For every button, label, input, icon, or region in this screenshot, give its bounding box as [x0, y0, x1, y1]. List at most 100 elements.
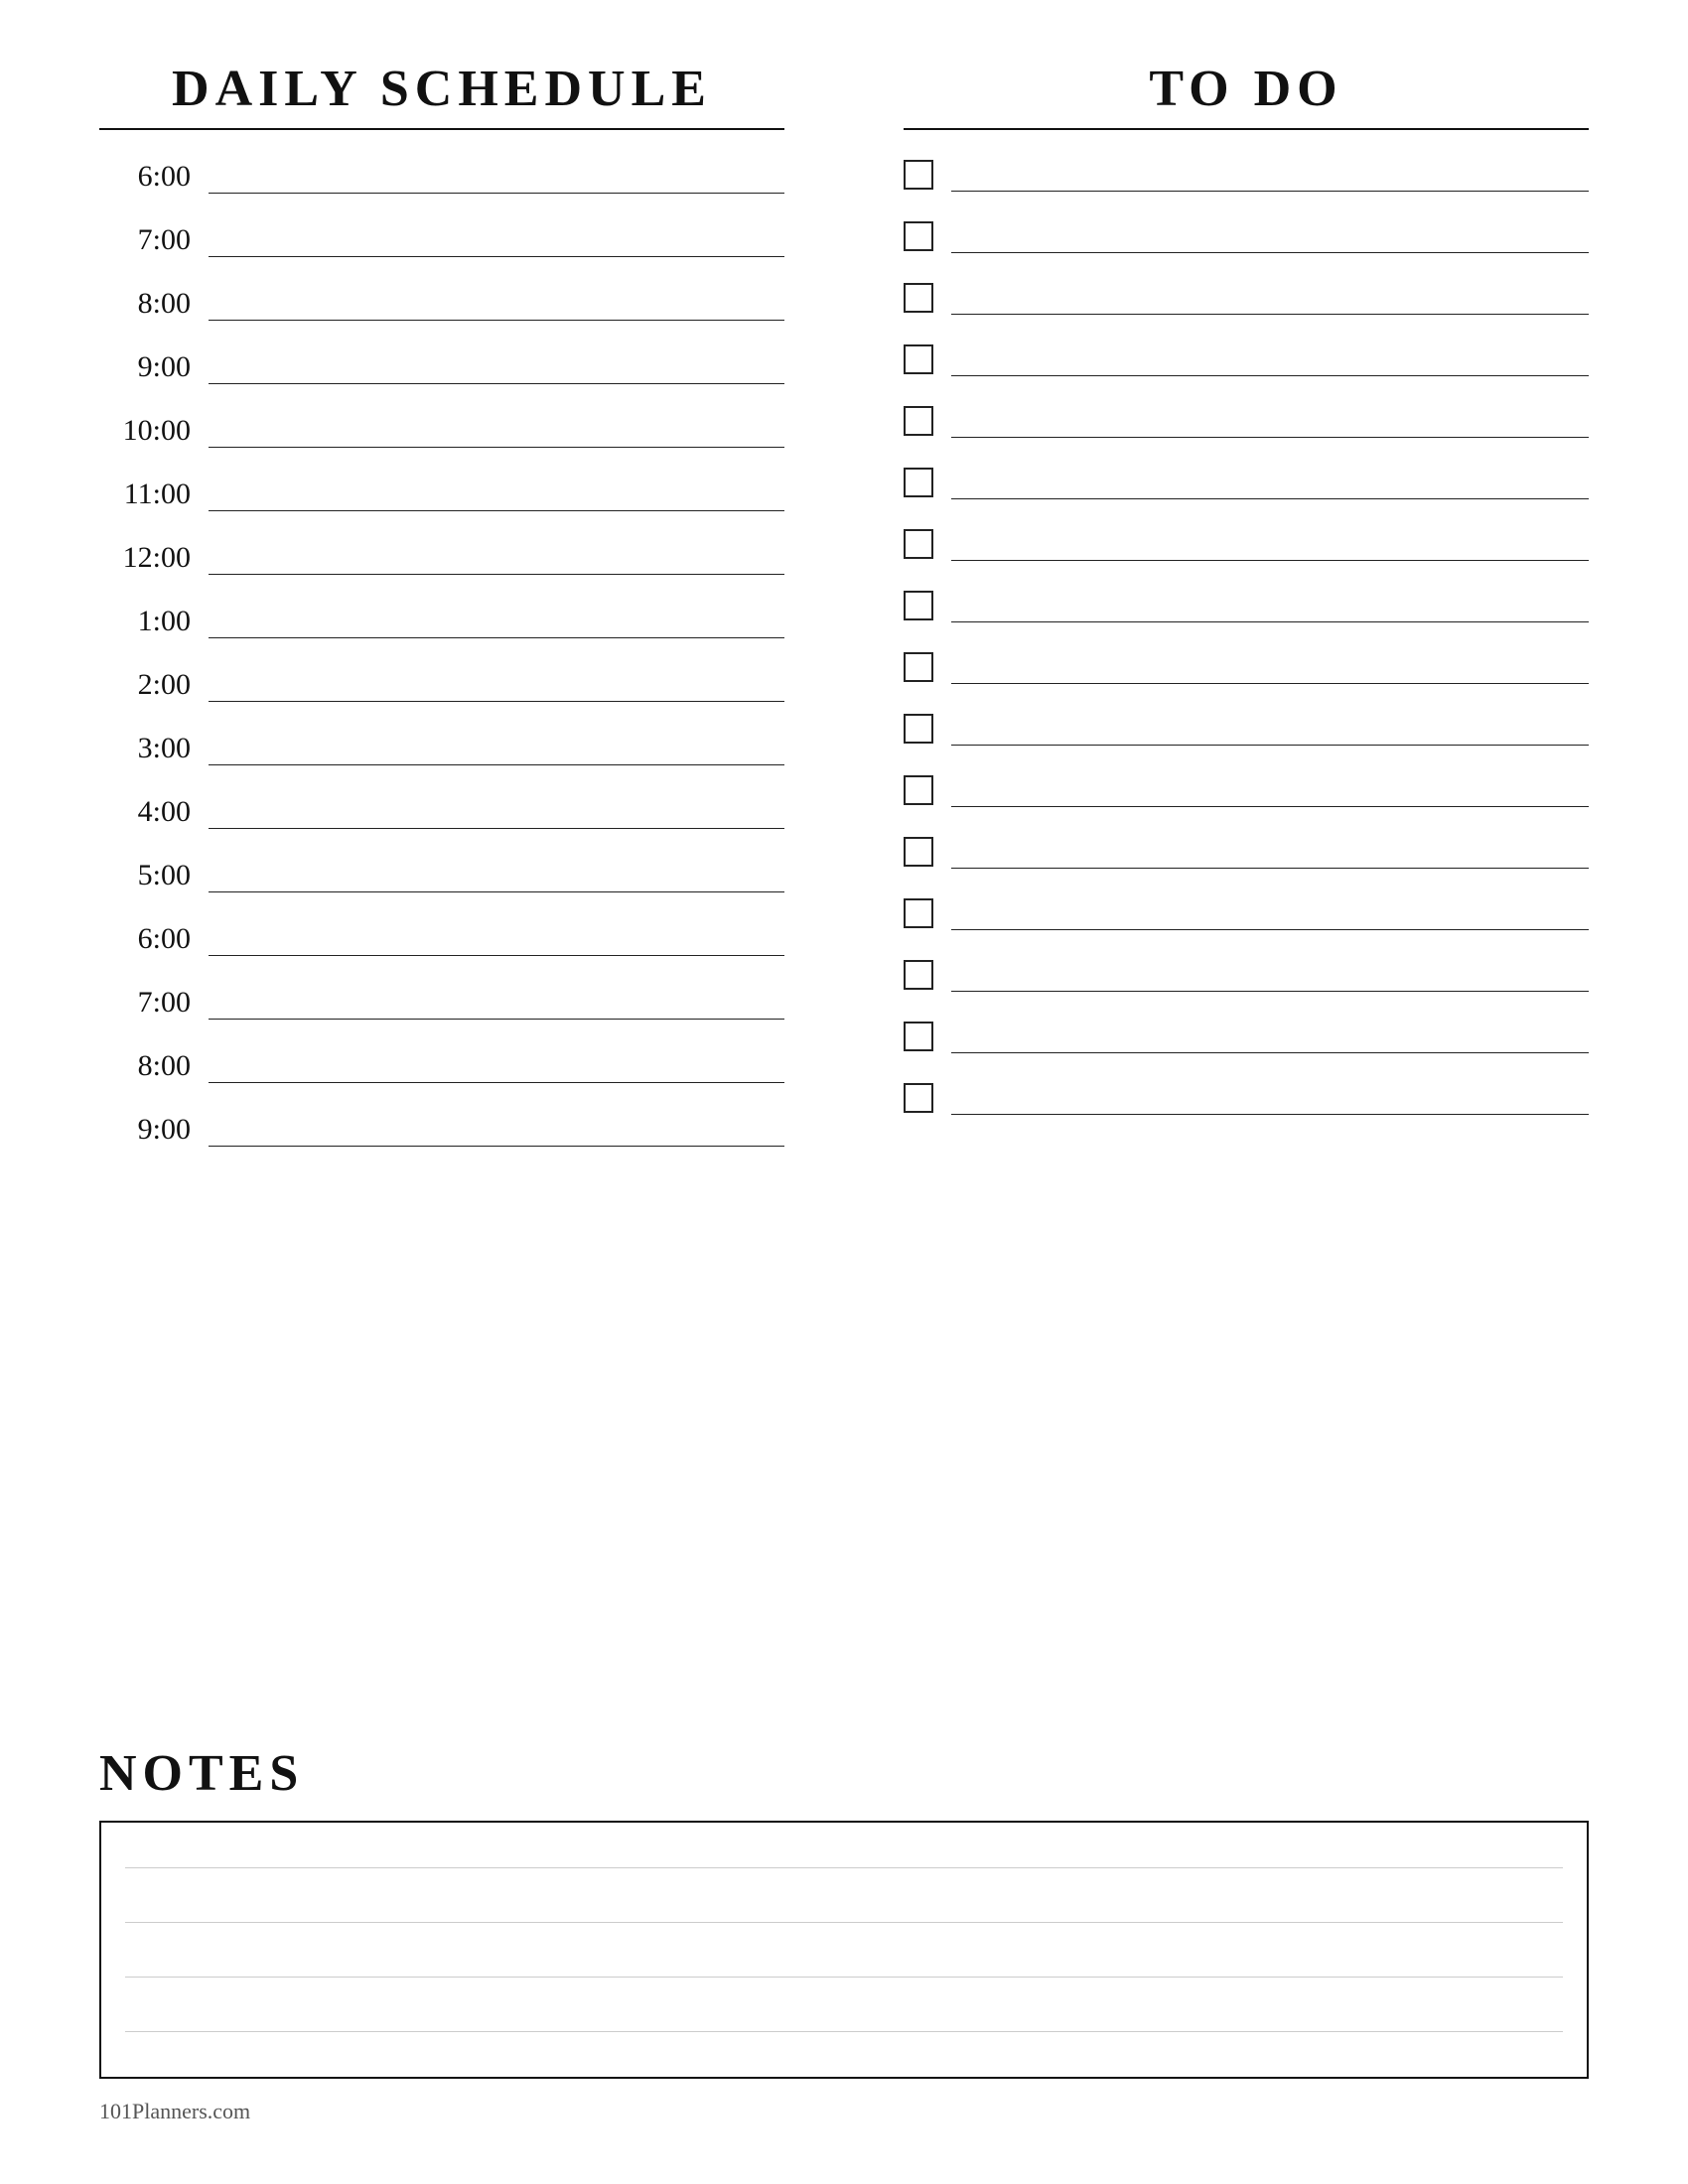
schedule-write-line[interactable] — [209, 510, 784, 511]
schedule-time-row: 9:00 — [99, 1113, 784, 1149]
todo-item — [904, 837, 1589, 898]
schedule-time-row: 8:00 — [99, 287, 784, 323]
todo-write-line[interactable] — [951, 929, 1589, 930]
schedule-write-line[interactable] — [209, 891, 784, 892]
todo-write-line[interactable] — [951, 437, 1589, 438]
notes-line-4 — [125, 2031, 1563, 2032]
todo-item — [904, 283, 1589, 344]
schedule-time-label: 7:00 — [99, 223, 209, 257]
todo-check-row — [904, 160, 1589, 194]
todo-spacer — [904, 932, 1589, 960]
schedule-spacer — [99, 704, 784, 732]
schedule-item: 2:00 — [99, 668, 784, 732]
todo-checkbox[interactable] — [904, 898, 933, 928]
todo-checkbox[interactable] — [904, 406, 933, 436]
todo-checkbox[interactable] — [904, 591, 933, 620]
todo-checkbox[interactable] — [904, 1022, 933, 1051]
notes-line-3 — [125, 1977, 1563, 1978]
todo-checkbox[interactable] — [904, 468, 933, 497]
todo-check-row — [904, 898, 1589, 932]
schedule-write-line[interactable] — [209, 828, 784, 829]
todo-write-line[interactable] — [951, 498, 1589, 499]
schedule-column: 6:007:008:009:0010:0011:0012:001:002:003… — [99, 160, 844, 1695]
schedule-write-line[interactable] — [209, 955, 784, 956]
todo-spacer — [904, 686, 1589, 714]
todo-checkbox[interactable] — [904, 283, 933, 313]
todo-write-line[interactable] — [951, 252, 1589, 253]
todo-checkbox[interactable] — [904, 529, 933, 559]
todo-write-line[interactable] — [951, 1114, 1589, 1115]
schedule-item: 9:00 — [99, 350, 784, 414]
todo-item — [904, 1022, 1589, 1083]
schedule-write-line[interactable] — [209, 447, 784, 448]
schedule-write-line[interactable] — [209, 256, 784, 257]
schedule-item: 5:00 — [99, 859, 784, 922]
todo-checkbox[interactable] — [904, 837, 933, 867]
todo-checkbox[interactable] — [904, 221, 933, 251]
schedule-time-row: 9:00 — [99, 350, 784, 386]
schedule-time-label: 8:00 — [99, 287, 209, 321]
todo-checkbox[interactable] — [904, 960, 933, 990]
todo-item — [904, 652, 1589, 714]
todo-spacer — [904, 748, 1589, 775]
todo-checkbox[interactable] — [904, 344, 933, 374]
todo-item — [904, 468, 1589, 529]
todo-write-line[interactable] — [951, 621, 1589, 622]
schedule-time-label: 2:00 — [99, 668, 209, 702]
schedule-write-line[interactable] — [209, 193, 784, 194]
todo-item — [904, 1083, 1589, 1117]
schedule-write-line[interactable] — [209, 637, 784, 638]
todo-write-line[interactable] — [951, 560, 1589, 561]
schedule-time-label: 9:00 — [99, 1113, 209, 1147]
schedule-write-line[interactable] — [209, 701, 784, 702]
todo-write-line[interactable] — [951, 868, 1589, 869]
todo-write-line[interactable] — [951, 1052, 1589, 1053]
todo-checkbox[interactable] — [904, 652, 933, 682]
schedule-spacer — [99, 450, 784, 478]
todo-spacer — [904, 994, 1589, 1022]
todo-checkbox[interactable] — [904, 775, 933, 805]
schedule-divider — [99, 128, 784, 130]
todo-spacer — [904, 255, 1589, 283]
schedule-write-line[interactable] — [209, 1082, 784, 1083]
schedule-write-line[interactable] — [209, 1146, 784, 1147]
todo-write-line[interactable] — [951, 375, 1589, 376]
schedule-write-line[interactable] — [209, 1019, 784, 1020]
schedule-time-row: 7:00 — [99, 223, 784, 259]
schedule-item: 12:00 — [99, 541, 784, 605]
todo-check-row — [904, 652, 1589, 686]
todo-spacer — [904, 871, 1589, 898]
schedule-spacer — [99, 196, 784, 223]
schedule-time-label: 8:00 — [99, 1049, 209, 1083]
todo-checkbox[interactable] — [904, 1083, 933, 1113]
schedule-time-row: 12:00 — [99, 541, 784, 577]
todo-checkbox[interactable] — [904, 714, 933, 744]
todo-item — [904, 529, 1589, 591]
todo-spacer — [904, 194, 1589, 221]
todo-write-line[interactable] — [951, 314, 1589, 315]
schedule-write-line[interactable] — [209, 320, 784, 321]
todo-write-line[interactable] — [951, 745, 1589, 746]
todo-write-line[interactable] — [951, 683, 1589, 684]
todo-write-line[interactable] — [951, 991, 1589, 992]
header-left: Daily Schedule — [99, 60, 844, 130]
todo-check-row — [904, 406, 1589, 440]
todo-item — [904, 160, 1589, 221]
todo-write-line[interactable] — [951, 191, 1589, 192]
todo-check-row — [904, 714, 1589, 748]
todo-checkbox[interactable] — [904, 160, 933, 190]
page: Daily Schedule To Do 6:007:008:009:0010:… — [0, 0, 1688, 2184]
schedule-time-row: 10:00 — [99, 414, 784, 450]
schedule-write-line[interactable] — [209, 383, 784, 384]
notes-section: Notes — [99, 1744, 1589, 2079]
footer: 101Planners.com — [99, 2079, 1589, 2124]
todo-item — [904, 960, 1589, 1022]
todo-item — [904, 406, 1589, 468]
todo-spacer — [904, 317, 1589, 344]
todo-check-row — [904, 529, 1589, 563]
schedule-write-line[interactable] — [209, 764, 784, 765]
schedule-spacer — [99, 1085, 784, 1113]
todo-write-line[interactable] — [951, 806, 1589, 807]
schedule-write-line[interactable] — [209, 574, 784, 575]
notes-box[interactable] — [99, 1821, 1589, 2079]
